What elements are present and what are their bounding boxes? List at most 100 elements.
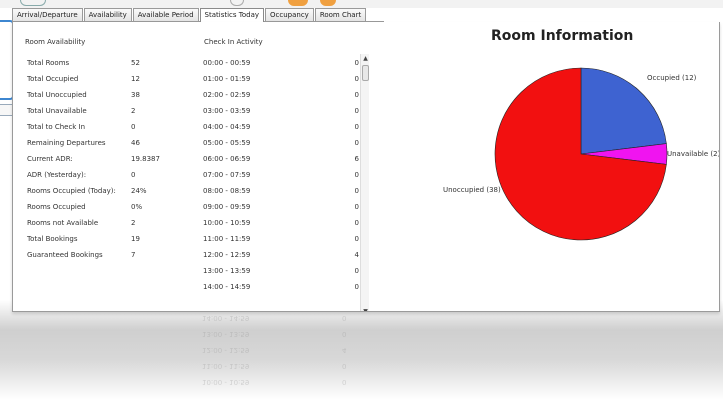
stat-label: Total Occupied [27,75,79,83]
scroll-thumb[interactable] [362,65,369,81]
pie-label-unavailable: Unavailable (2) [667,150,720,158]
reflection-row: 14:00 - 14:59 0 [202,314,346,322]
check-in-count: 0 [354,283,359,291]
check-in-time-range: 01:00 - 01:59 [203,75,251,83]
tab-statistics-today[interactable]: Statistics Today [199,8,264,22]
reflection-row: 13:00 - 13:59 0 [202,330,346,338]
stat-label: Total Bookings [27,235,78,243]
check-in-row: 06:00 - 06:59 6 [203,154,365,170]
check-in-row: 12:00 - 12:59 4 [203,250,365,266]
check-in-count: 0 [354,219,359,227]
check-in-time-range: 04:00 - 04:59 [203,123,251,131]
reflection-count: 0 [342,378,347,386]
check-in-count: 0 [354,107,359,115]
stat-value: 46 [131,139,140,147]
check-in-count: 0 [354,59,359,67]
reflection-row: 10:00 - 10:59 0 [202,378,346,386]
room-availability-row: Rooms not Available 2 [27,218,197,234]
check-in-time-range: 13:00 - 13:59 [203,267,251,275]
stat-label: Rooms Occupied [27,203,86,211]
check-in-count: 0 [354,123,359,131]
stat-value: 7 [131,251,136,259]
stat-label: Rooms not Available [27,219,99,227]
stat-value: 19 [131,235,140,243]
stat-label: Total Unavailable [27,107,87,115]
tab-available-period[interactable]: Available Period [132,8,199,21]
stat-value: 0 [131,171,136,179]
reflection-row: 11:00 - 11:59 0 [202,362,346,370]
tab-bar: Arrival/Departure Availability Available P… [12,8,384,22]
check-in-time-range: 10:00 - 10:59 [203,219,251,227]
room-information-pie-chart: Occupied (12) Unavailable (2) Unoccupied (… [443,67,720,241]
check-in-count: 0 [354,171,359,179]
toolbar-icon[interactable] [288,0,308,6]
check-in-row: 00:00 - 00:59 0 [203,58,365,74]
room-availability-row: Current ADR: 19.8387 [27,154,197,170]
check-in-row: 01:00 - 01:59 0 [203,74,365,90]
check-in-row: 14:00 - 14:59 0 [203,282,365,298]
check-in-count: 0 [354,91,359,99]
stat-value: 38 [131,91,140,99]
panel-reflection: 14:00 - 14:59 0 13:00 - 13:59 0 12:00 - 12:5… [12,312,720,400]
check-in-activity-list: 00:00 - 00:59 0 01:00 - 01:59 0 02:00 - 02:5… [203,58,365,298]
toolbar-icon[interactable] [230,0,244,6]
stat-label: ADR (Yesterday): [27,171,87,179]
reflection-time: 13:00 - 13:59 [202,330,250,338]
stat-label: Total Rooms [27,59,70,67]
check-in-row: 10:00 - 10:59 0 [203,218,365,234]
check-in-time-range: 08:00 - 08:59 [203,187,251,195]
stat-label: Remaining Departures [27,139,106,147]
chart-title: Room Information [491,28,634,44]
scroll-up-arrow-icon[interactable]: ▲ [361,54,370,63]
check-in-count: 4 [354,251,359,259]
stat-label: Total to Check In [27,123,86,131]
stat-label: Guaranteed Bookings [27,251,103,259]
check-in-count: 0 [354,139,359,147]
room-availability-row: Total Unavailable 2 [27,106,197,122]
stat-value: 24% [131,187,147,195]
reflection-time: 14:00 - 14:59 [202,314,250,322]
room-availability-row: Guaranteed Bookings 7 [27,250,197,266]
reflection-time: 11:00 - 11:59 [202,362,250,370]
reflection-time: 10:00 - 10:59 [202,378,250,386]
check-in-count: 0 [354,235,359,243]
check-in-row: 02:00 - 02:59 0 [203,90,365,106]
stat-value: 12 [131,75,140,83]
reflection-count: 0 [342,362,347,370]
top-toolbar-remnant [0,0,723,8]
tab-arrival-departure[interactable]: Arrival/Departure [12,8,83,21]
check-in-count: 6 [354,155,359,163]
reflection-count: 4 [342,346,347,354]
tab-room-chart[interactable]: Room Chart [314,8,367,21]
check-in-time-range: 00:00 - 00:59 [203,59,251,67]
check-in-count: 0 [354,267,359,275]
room-availability-row: Total Unoccupied 38 [27,90,197,106]
room-availability-row: Rooms Occupied 0% [27,202,197,218]
check-in-time-range: 11:00 - 11:59 [203,235,251,243]
toolbar-icon[interactable] [320,0,336,6]
check-in-row: 03:00 - 03:59 0 [203,106,365,122]
room-availability-row: ADR (Yesterday): 0 [27,170,197,186]
tab-occupancy[interactable]: Occupancy [265,8,314,21]
pie-label-unoccupied: Unoccupied (38) [443,186,501,194]
check-in-time-range: 06:00 - 06:59 [203,155,251,163]
stat-value: 2 [131,107,136,115]
check-in-time-range: 12:00 - 12:59 [203,251,251,259]
stat-value: 19.8387 [131,155,160,163]
check-in-row: 07:00 - 07:59 0 [203,170,365,186]
check-in-row: 08:00 - 08:59 0 [203,186,365,202]
check-in-scrollbar[interactable]: ▲ ▼ [360,54,370,311]
stat-value: 0 [131,123,136,131]
room-availability-row: Total Rooms 52 [27,58,197,74]
room-availability-row: Remaining Departures 46 [27,138,197,154]
check-in-row: 09:00 - 09:59 0 [203,202,365,218]
statistics-panel: Room Availability Total Rooms 52 Total Occ… [12,22,720,312]
tab-availability[interactable]: Availability [83,8,132,21]
check-in-count: 0 [354,187,359,195]
reflection-count: 0 [342,330,347,338]
toolbar-icon[interactable] [20,0,46,6]
check-in-activity-title: Check In Activity [204,38,263,46]
stat-value: 52 [131,59,140,67]
check-in-count: 0 [354,203,359,211]
check-in-time-range: 03:00 - 03:59 [203,107,251,115]
